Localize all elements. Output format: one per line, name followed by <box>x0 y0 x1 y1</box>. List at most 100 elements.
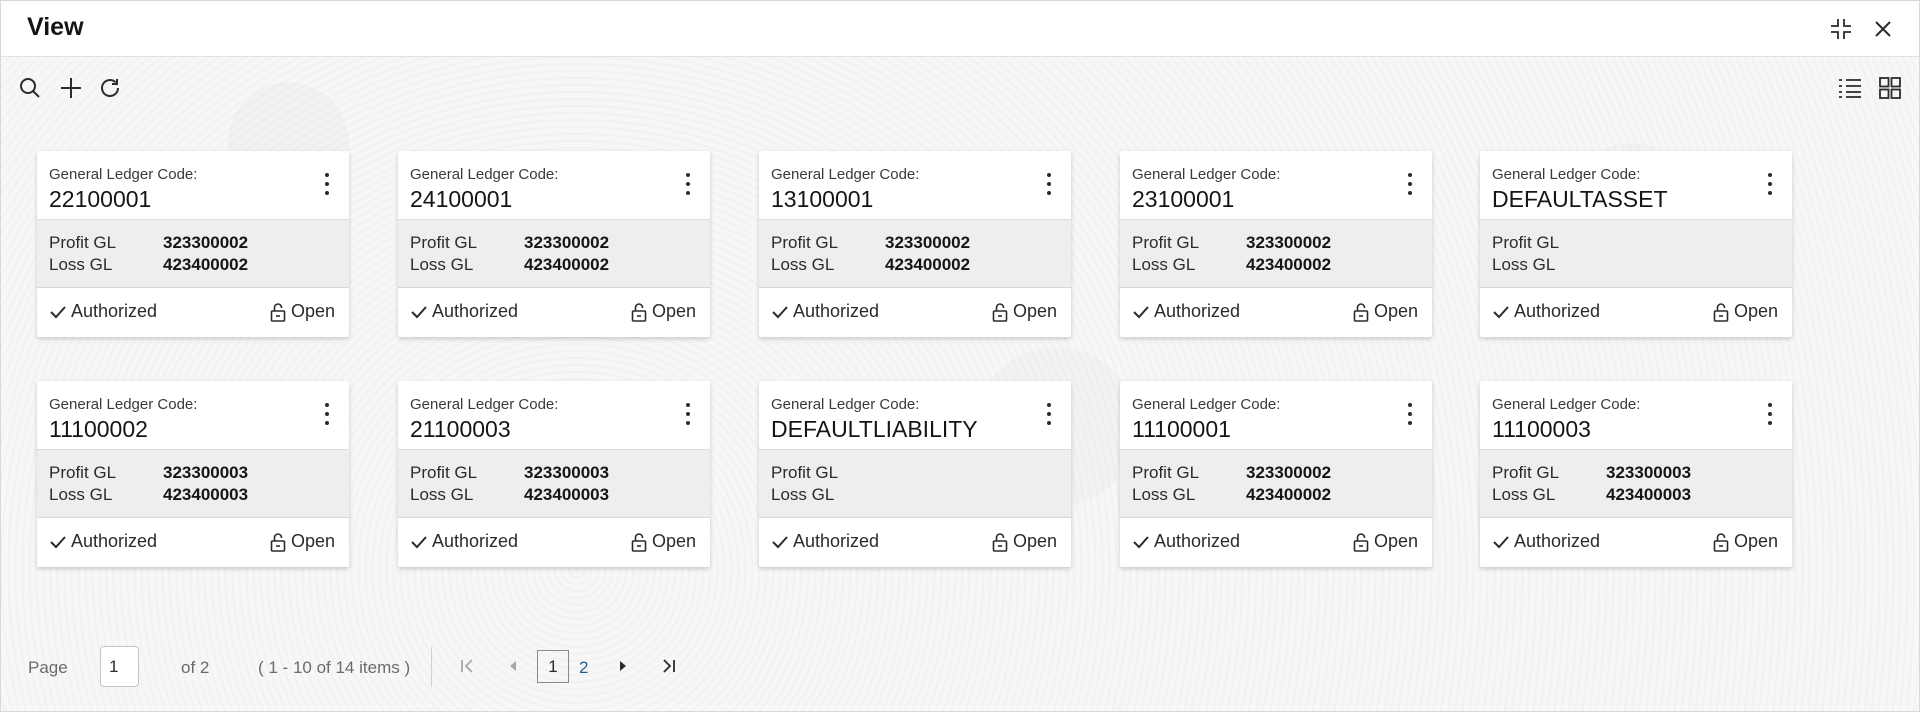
loss-gl-value: 423400002 <box>885 255 971 274</box>
gl-code: 11100003 <box>1492 416 1591 442</box>
check-icon <box>50 535 66 548</box>
card-header: General Ledger Code: 23100001 <box>1120 151 1432 219</box>
lock-state: Open <box>992 531 1057 552</box>
status-badge: Authorized <box>771 531 879 552</box>
grid-view-icon <box>1879 77 1901 99</box>
card-body: Profit GL 323300002 Loss GL 423400002 <box>759 219 1071 288</box>
last-page-icon <box>663 659 675 673</box>
loss-gl-label: Loss GL <box>1492 255 1556 274</box>
pager-divider <box>431 647 432 687</box>
next-page-icon <box>620 661 626 671</box>
card-header: General Ledger Code: 11100002 <box>37 381 349 449</box>
card-label: General Ledger Code: <box>1492 396 1641 413</box>
more-options-icon[interactable] <box>1037 169 1061 199</box>
card-label: General Ledger Code: <box>410 166 559 183</box>
state-label: Open <box>290 531 335 551</box>
gl-card[interactable]: General Ledger Code: DEFAULTASSET Profit… <box>1480 151 1792 337</box>
gl-card[interactable]: General Ledger Code: 22100001 Profit GL 3… <box>37 151 349 337</box>
gl-card[interactable]: General Ledger Code: 24100001 Profit GL 3… <box>398 151 710 337</box>
status-badge: Authorized <box>771 301 879 322</box>
loss-gl-value: 423400003 <box>163 485 249 504</box>
lock-state: Open <box>270 301 335 322</box>
first-page-button[interactable] <box>455 653 481 679</box>
card-body: Profit GL 323300002 Loss GL 423400002 <box>1120 449 1432 518</box>
profit-gl-value: 323300003 <box>1606 463 1692 482</box>
status-label: Authorized <box>432 531 519 551</box>
last-page-button[interactable] <box>655 653 681 679</box>
profit-gl-label: Profit GL <box>410 233 478 252</box>
status-label: Authorized <box>432 301 519 321</box>
gl-code: DEFAULTLIABILITY <box>771 416 978 442</box>
page-number-input[interactable] <box>100 646 139 687</box>
unlock-icon <box>270 532 286 552</box>
more-options-icon[interactable] <box>676 169 700 199</box>
list-view-button[interactable] <box>1835 73 1865 103</box>
gl-code: DEFAULTASSET <box>1492 186 1668 212</box>
gl-card[interactable]: General Ledger Code: 11100003 Profit GL 3… <box>1480 381 1792 567</box>
more-options-icon[interactable] <box>1398 169 1422 199</box>
more-options-icon[interactable] <box>315 169 339 199</box>
gl-card[interactable]: General Ledger Code: 21100003 Profit GL 3… <box>398 381 710 567</box>
lock-state: Open <box>631 531 696 552</box>
profit-gl-label: Profit GL <box>49 463 117 482</box>
page-1-button[interactable]: 1 <box>537 650 569 683</box>
card-header: General Ledger Code: 11100003 <box>1480 381 1792 449</box>
loss-gl-value: 423400003 <box>1606 485 1692 504</box>
gl-card[interactable]: General Ledger Code: 11100001 Profit GL 3… <box>1120 381 1432 567</box>
loss-gl-label: Loss GL <box>49 255 113 274</box>
add-icon <box>61 78 81 98</box>
close-icon <box>1875 21 1891 37</box>
card-header: General Ledger Code: 24100001 <box>398 151 710 219</box>
gl-card[interactable]: General Ledger Code: 11100002 Profit GL 3… <box>37 381 349 567</box>
card-footer: Authorized Open <box>1480 288 1792 337</box>
status-badge: Authorized <box>1492 531 1600 552</box>
loss-gl-value: 423400002 <box>1246 485 1332 504</box>
gl-card[interactable]: General Ledger Code: 23100001 Profit GL 3… <box>1120 151 1432 337</box>
more-options-icon[interactable] <box>676 399 700 429</box>
card-footer: Authorized Open <box>1120 518 1432 567</box>
page-count-label: of 2 <box>181 658 210 677</box>
loss-gl-value: 423400002 <box>524 255 610 274</box>
card-footer: Authorized Open <box>759 518 1071 567</box>
check-icon <box>1133 305 1149 318</box>
state-label: Open <box>651 301 696 321</box>
profit-gl-label: Profit GL <box>49 233 117 252</box>
check-icon <box>772 305 788 318</box>
page-2-link[interactable]: 2 <box>579 658 588 678</box>
more-options-icon[interactable] <box>1758 399 1782 429</box>
card-header: General Ledger Code: DEFAULTLIABILITY <box>759 381 1071 449</box>
collapse-button[interactable] <box>1825 13 1857 45</box>
card-label: General Ledger Code: <box>49 166 198 183</box>
card-label: General Ledger Code: <box>771 396 920 413</box>
profit-gl-label: Profit GL <box>1132 233 1200 252</box>
profit-gl-label: Profit GL <box>1132 463 1200 482</box>
card-body: Profit GL 323300002 Loss GL 423400002 <box>398 219 710 288</box>
loss-gl-value: 423400002 <box>1246 255 1332 274</box>
more-options-icon[interactable] <box>1398 399 1422 429</box>
previous-page-button[interactable] <box>500 653 526 679</box>
gl-card[interactable]: General Ledger Code: 13100001 Profit GL 3… <box>759 151 1071 337</box>
gl-card[interactable]: General Ledger Code: DEFAULTLIABILITY Pr… <box>759 381 1071 567</box>
close-button[interactable] <box>1867 13 1899 45</box>
next-page-button[interactable] <box>610 653 636 679</box>
search-button[interactable] <box>15 73 45 103</box>
lock-state: Open <box>992 301 1057 322</box>
lock-state: Open <box>631 301 696 322</box>
view-window: View General Ledger Code: 22100001 Profi… <box>0 0 1920 712</box>
gl-code: 24100001 <box>410 186 513 212</box>
refresh-icon <box>101 79 119 97</box>
status-label: Authorized <box>1514 531 1601 551</box>
more-options-icon[interactable] <box>315 399 339 429</box>
card-footer: Authorized Open <box>1480 518 1792 567</box>
add-button[interactable] <box>56 73 86 103</box>
card-label: General Ledger Code: <box>1132 396 1281 413</box>
unlock-icon <box>270 302 286 322</box>
card-footer: Authorized Open <box>37 518 349 567</box>
more-options-icon[interactable] <box>1037 399 1061 429</box>
unlock-icon <box>631 302 647 322</box>
loss-gl-value: 423400003 <box>524 485 610 504</box>
more-options-icon[interactable] <box>1758 169 1782 199</box>
grid-view-button[interactable] <box>1875 73 1905 103</box>
loss-gl-label: Loss GL <box>410 255 474 274</box>
refresh-button[interactable] <box>95 73 125 103</box>
